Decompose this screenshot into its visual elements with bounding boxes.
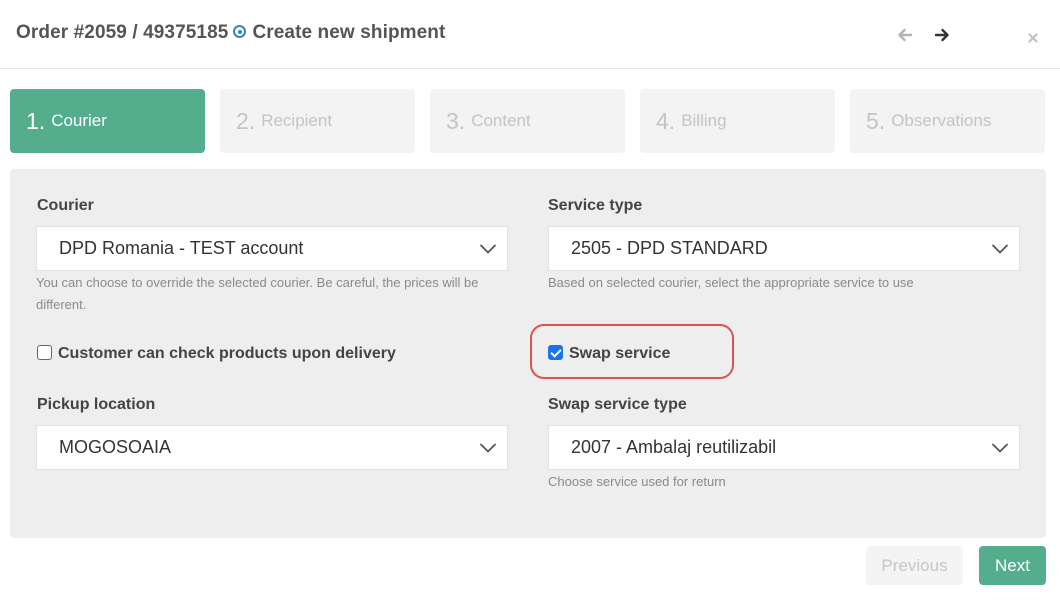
arrow-right-icon[interactable] [933, 26, 951, 44]
pickup-location-label: Pickup location [37, 396, 156, 413]
step-number: 1. [26, 108, 46, 134]
swap-service-option[interactable]: Swap service [548, 345, 670, 363]
arrow-left-icon[interactable] [896, 26, 914, 44]
step-number: 4. [656, 108, 676, 134]
step-observations[interactable]: 5. Observations [850, 89, 1045, 153]
chevron-down-icon [480, 443, 496, 453]
swap-service-label: Swap service [569, 345, 671, 362]
target-icon [233, 25, 247, 38]
step-label: Courier [51, 111, 107, 130]
step-label: Content [471, 111, 531, 130]
swap-service-checkbox[interactable] [548, 345, 563, 360]
swap-service-type-select[interactable]: 2007 - Ambalaj reutilizabil [548, 425, 1020, 470]
chevron-down-icon [480, 244, 496, 254]
courier-help-text: You can choose to override the selected … [36, 275, 479, 312]
chevron-down-icon [992, 244, 1008, 254]
previous-button[interactable]: Previous [866, 546, 963, 585]
swap-service-type-value: 2007 - Ambalaj reutilizabil [571, 437, 777, 457]
close-icon[interactable] [1026, 31, 1040, 45]
service-type-help-text: Based on selected courier, select the ap… [548, 275, 914, 290]
modal-title: Order #2059 / 49375185 Create new shipmen… [16, 22, 445, 44]
courier-label: Courier [37, 197, 94, 214]
modal-header: Order #2059 / 49375185 Create new shipmen… [0, 0, 1060, 69]
step-courier[interactable]: 1. Courier [10, 89, 205, 153]
chevron-down-icon [992, 443, 1008, 453]
step-number: 2. [236, 108, 256, 134]
pickup-location-select[interactable]: MOGOSOAIA [36, 425, 508, 470]
step-number: 3. [446, 108, 466, 134]
step-number: 5. [866, 108, 886, 134]
check-products-checkbox[interactable] [37, 345, 52, 360]
service-type-select[interactable]: 2505 - DPD STANDARD [548, 226, 1020, 271]
swap-service-type-help-text: Choose service used for return [548, 474, 726, 489]
page-title: Create new shipment [252, 22, 446, 43]
check-products-label: Customer can check products upon deliver… [58, 345, 396, 362]
step-billing[interactable]: 4. Billing [640, 89, 835, 153]
check-products-option[interactable]: Customer can check products upon deliver… [37, 345, 396, 363]
step-label: Recipient [261, 111, 333, 130]
wizard-steps: 1. Courier 2. Recipient 3. Content 4. Billin… [10, 89, 1046, 153]
service-type-label: Service type [548, 197, 643, 214]
step-label: Observations [891, 111, 992, 130]
courier-value: DPD Romania - TEST account [59, 238, 304, 258]
courier-select[interactable]: DPD Romania - TEST account [36, 226, 508, 271]
order-label: Order #2059 / 49375185 [16, 22, 229, 43]
step-recipient[interactable]: 2. Recipient [220, 89, 415, 153]
service-type-value: 2505 - DPD STANDARD [571, 238, 768, 258]
step-content[interactable]: 3. Content [430, 89, 625, 153]
pickup-location-value: MOGOSOAIA [59, 437, 172, 457]
next-button[interactable]: Next [979, 546, 1046, 585]
swap-service-type-label: Swap service type [548, 396, 687, 413]
step-label: Billing [681, 111, 727, 130]
